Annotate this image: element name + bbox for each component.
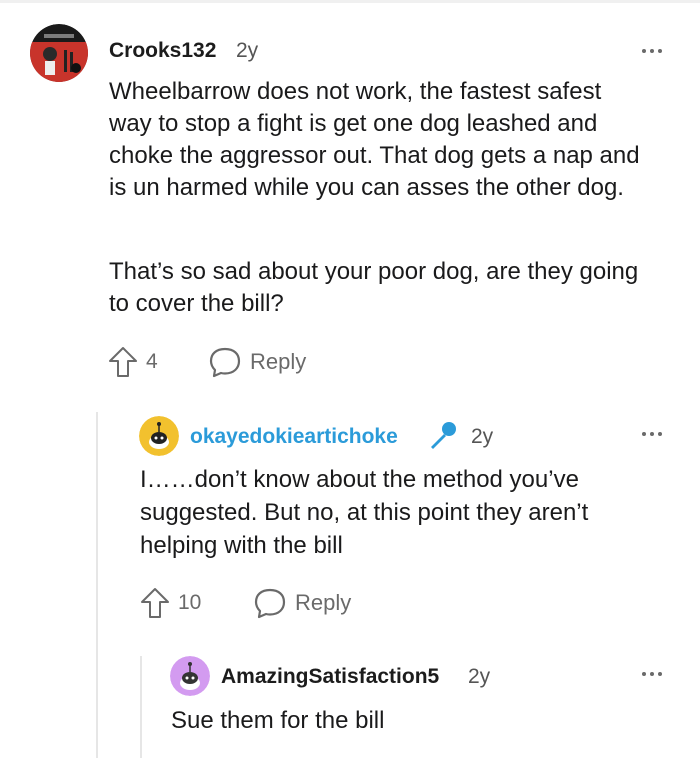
reply-label: Reply bbox=[250, 349, 307, 374]
more-options-icon[interactable] bbox=[642, 432, 662, 436]
upvote-arrow-icon bbox=[141, 588, 169, 618]
upvote-button[interactable]: 10 bbox=[140, 587, 201, 619]
comment-body: Wheelbarrow does not work, the fastest s… bbox=[109, 78, 640, 201]
comment-timestamp: 2y bbox=[236, 39, 259, 62]
comment-body: I……don’t know about the method you’ve su… bbox=[140, 466, 589, 559]
thread-line[interactable] bbox=[96, 412, 98, 758]
more-options-icon[interactable] bbox=[642, 49, 662, 53]
reply-label: Reply bbox=[295, 590, 352, 615]
comment-author[interactable]: okayedokieartichoke bbox=[190, 425, 398, 449]
upvote-button[interactable]: 4 bbox=[108, 346, 158, 378]
speech-bubble-icon bbox=[209, 347, 241, 378]
top-divider bbox=[0, 0, 700, 3]
vote-count: 4 bbox=[146, 350, 158, 373]
comment-body: Sue them for the bill bbox=[171, 707, 385, 734]
comment-author[interactable]: AmazingSatisfaction5 bbox=[221, 665, 439, 689]
thread-line[interactable] bbox=[140, 656, 142, 758]
vote-count: 10 bbox=[178, 591, 202, 614]
comment-timestamp: 2y bbox=[471, 425, 494, 448]
comment-body: That’s so sad about your poor dog, are t… bbox=[109, 258, 639, 317]
comment-author[interactable]: Crooks132 bbox=[109, 39, 216, 63]
microphone-icon bbox=[425, 419, 459, 458]
more-options-icon[interactable] bbox=[642, 672, 662, 676]
avatar[interactable] bbox=[170, 656, 210, 696]
avatar[interactable] bbox=[30, 24, 88, 82]
avatar[interactable] bbox=[139, 416, 179, 456]
comment-timestamp: 2y bbox=[468, 665, 491, 688]
speech-bubble-icon bbox=[254, 588, 286, 619]
reply-button[interactable]: Reply bbox=[208, 346, 306, 378]
upvote-arrow-icon bbox=[109, 347, 137, 377]
reply-button[interactable]: Reply bbox=[253, 587, 351, 619]
